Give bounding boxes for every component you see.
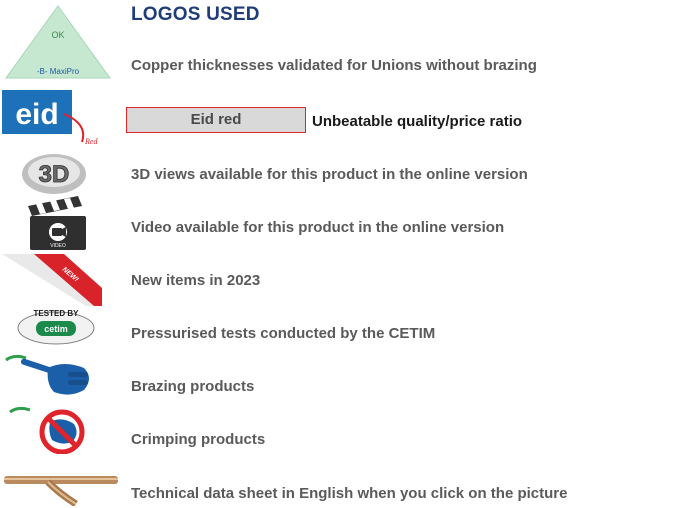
- row-brazing-text: Brazing products: [131, 378, 255, 395]
- 3d-view-icon: 3D: [22, 154, 86, 194]
- row-video-text: Video available for this product in the …: [131, 219, 505, 236]
- video-icon-text: VIDEO: [50, 243, 66, 249]
- fitting-picture-icon: [4, 476, 118, 506]
- maxipro-ok-text: OK: [51, 30, 64, 40]
- row-new-text: New items in 2023: [131, 272, 261, 289]
- eid-logo-text: eid: [15, 98, 58, 131]
- brazing-hand-torch-icon: [5, 354, 89, 395]
- new-corner-ribbon-icon: NEW!: [2, 254, 102, 306]
- 3d-icon-text: 3D: [39, 161, 70, 188]
- row-crimping-text: Crimping products: [131, 431, 266, 448]
- row-3d-text: 3D views available for this product in t…: [131, 166, 528, 183]
- cetim-seal-icon: TESTED BY cetim: [17, 309, 95, 345]
- page-title: LOGOS USED: [131, 4, 260, 25]
- crimping-no-torch-icon: [9, 406, 85, 454]
- video-clapperboard-icon: VIDEO: [28, 196, 86, 250]
- eid-red-badge: Eid red: [126, 107, 306, 133]
- maxipro-brand-text: -B- MaxiPro: [37, 67, 80, 76]
- cetim-tested-text: TESTED BY: [34, 309, 80, 318]
- row-datasheet-text: Technical data sheet in English when you…: [131, 485, 568, 502]
- cetim-brand-text: cetim: [44, 324, 68, 334]
- row-cetim-text: Pressurised tests conducted by the CETIM: [131, 325, 436, 342]
- row-maxipro-text: Copper thicknesses validated for Unions …: [131, 57, 537, 74]
- maxipro-triangle-icon: OK -B- MaxiPro: [5, 5, 111, 79]
- eid-logo-sub-text: Red: [84, 137, 98, 146]
- row-eid-text: Unbeatable quality/price ratio: [312, 113, 523, 130]
- eid-red-logo: eid Red: [2, 90, 98, 146]
